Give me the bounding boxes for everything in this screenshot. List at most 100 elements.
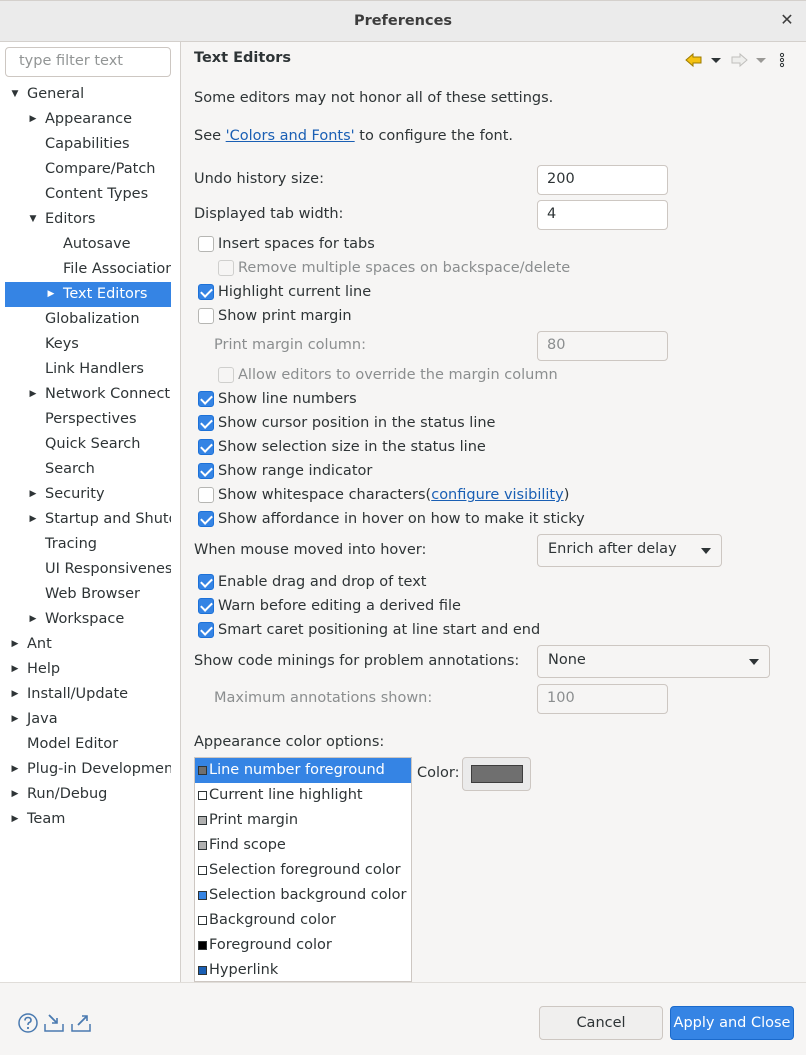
expanded-arrow-icon[interactable]: ▼ — [27, 207, 39, 232]
preferences-tree-panel: type filter text ▼ General ▶ Appearance … — [0, 42, 181, 982]
collapsed-arrow-icon[interactable]: ▶ — [27, 482, 39, 507]
help-icon[interactable] — [17, 1012, 39, 1034]
list-item[interactable]: Print margin — [195, 808, 411, 833]
tree-item-search[interactable]: Search — [5, 457, 171, 482]
insert-spaces-label: Insert spaces for tabs — [218, 236, 375, 252]
close-icon[interactable]: ✕ — [778, 11, 796, 29]
forward-arrow-icon[interactable] — [730, 52, 748, 72]
colors-and-fonts-link[interactable]: 'Colors and Fonts' — [226, 128, 355, 144]
list-item[interactable]: Hyperlink — [195, 958, 411, 981]
list-item[interactable]: Selection foreground color — [195, 858, 411, 883]
collapsed-arrow-icon[interactable]: ▶ — [45, 282, 57, 307]
collapsed-arrow-icon[interactable]: ▶ — [9, 657, 21, 682]
list-item[interactable]: Foreground color — [195, 933, 411, 958]
insert-spaces-checkbox[interactable] — [198, 236, 214, 252]
tree-item-network-connections[interactable]: ▶ Network Connections — [5, 382, 171, 407]
collapsed-arrow-icon[interactable]: ▶ — [9, 807, 21, 832]
tree-item-quick-search[interactable]: Quick Search — [5, 432, 171, 457]
smart-caret-checkbox[interactable] — [198, 622, 214, 638]
color-swatch — [198, 891, 207, 900]
view-menu-kebab-icon[interactable] — [778, 52, 786, 72]
max-annotations-input[interactable]: 100 — [537, 684, 668, 714]
forward-menu-chevron-down-icon[interactable] — [755, 52, 767, 72]
cancel-button[interactable]: Cancel — [539, 1006, 663, 1040]
show-selection-size-checkbox[interactable] — [198, 439, 214, 455]
collapsed-arrow-icon[interactable]: ▶ — [9, 757, 21, 782]
collapsed-arrow-icon[interactable]: ▶ — [9, 682, 21, 707]
collapsed-arrow-icon[interactable]: ▶ — [9, 782, 21, 807]
allow-override-margin-checkbox[interactable] — [218, 367, 234, 383]
show-cursor-position-checkbox[interactable] — [198, 415, 214, 431]
tree-item-startup-shutdown[interactable]: ▶ Startup and Shutdown — [5, 507, 171, 532]
show-print-margin-label: Show print margin — [218, 308, 352, 324]
tree-item-text-editors[interactable]: ▶ Text Editors — [5, 282, 171, 307]
collapsed-arrow-icon[interactable]: ▶ — [9, 707, 21, 732]
tab-width-input[interactable]: 4 — [537, 200, 668, 230]
collapsed-arrow-icon[interactable]: ▶ — [27, 382, 39, 407]
tree-item-link-handlers[interactable]: Link Handlers — [5, 357, 171, 382]
export-icon[interactable] — [70, 1012, 92, 1034]
back-menu-chevron-down-icon[interactable] — [710, 52, 722, 72]
highlight-current-line-checkbox[interactable] — [198, 284, 214, 300]
tree-item-perspectives[interactable]: Perspectives — [5, 407, 171, 432]
color-picker-button[interactable] — [462, 757, 531, 791]
list-item[interactable]: Find scope — [195, 833, 411, 858]
code-minings-select[interactable]: None — [537, 645, 770, 678]
tree-item-security[interactable]: ▶ Security — [5, 482, 171, 507]
tree-item-run-debug[interactable]: ▶ Run/Debug — [5, 782, 171, 807]
undo-history-label: Undo history size: — [194, 171, 324, 187]
show-range-indicator-label: Show range indicator — [218, 463, 373, 479]
collapsed-arrow-icon[interactable]: ▶ — [27, 607, 39, 632]
appearance-color-list[interactable]: Line number foreground Current line high… — [194, 757, 412, 982]
apply-and-close-button[interactable]: Apply and Close — [670, 1006, 794, 1040]
tree-item-globalization[interactable]: Globalization — [5, 307, 171, 332]
color-swatch — [198, 866, 207, 875]
show-line-numbers-checkbox[interactable] — [198, 391, 214, 407]
tree-item-web-browser[interactable]: Web Browser — [5, 582, 171, 607]
show-whitespace-checkbox[interactable] — [198, 487, 214, 503]
remove-multiple-spaces-checkbox[interactable] — [218, 260, 234, 276]
tree-item-help[interactable]: ▶ Help — [5, 657, 171, 682]
print-margin-column-input[interactable]: 80 — [537, 331, 668, 361]
tree-item-capabilities[interactable]: Capabilities — [5, 132, 171, 157]
tab-width-label: Displayed tab width: — [194, 206, 344, 222]
tree-item-team[interactable]: ▶ Team — [5, 807, 171, 832]
list-item[interactable]: Background color — [195, 908, 411, 933]
warn-derived-checkbox[interactable] — [198, 598, 214, 614]
tree-item-plugin-development[interactable]: ▶ Plug-in Development — [5, 757, 171, 782]
color-swatch — [198, 816, 207, 825]
settings-note: Some editors may not honor all of these … — [194, 90, 554, 106]
tree-item-autosave[interactable]: Autosave — [5, 232, 171, 257]
tree-item-model-editor[interactable]: Model Editor — [5, 732, 171, 757]
collapsed-arrow-icon[interactable]: ▶ — [27, 107, 39, 132]
tree-item-install-update[interactable]: ▶ Install/Update — [5, 682, 171, 707]
list-item[interactable]: Line number foreground — [195, 758, 411, 783]
hover-mode-select[interactable]: Enrich after delay — [537, 534, 722, 567]
show-affordance-checkbox[interactable] — [198, 511, 214, 527]
tree-item-general[interactable]: ▼ General — [5, 82, 171, 107]
tree-item-compare-patch[interactable]: Compare/Patch — [5, 157, 171, 182]
tree-item-tracing[interactable]: Tracing — [5, 532, 171, 557]
configure-visibility-link[interactable]: configure visibility — [431, 487, 563, 503]
show-print-margin-checkbox[interactable] — [198, 308, 214, 324]
filter-input[interactable]: type filter text — [5, 47, 171, 77]
tree-item-java[interactable]: ▶ Java — [5, 707, 171, 732]
list-item[interactable]: Current line highlight — [195, 783, 411, 808]
tree-item-file-associations[interactable]: File Associations — [5, 257, 171, 282]
list-item[interactable]: Selection background color — [195, 883, 411, 908]
tree-item-appearance[interactable]: ▶ Appearance — [5, 107, 171, 132]
collapsed-arrow-icon[interactable]: ▶ — [27, 507, 39, 532]
back-arrow-icon[interactable] — [685, 52, 703, 72]
show-range-indicator-checkbox[interactable] — [198, 463, 214, 479]
undo-history-input[interactable]: 200 — [537, 165, 668, 195]
expanded-arrow-icon[interactable]: ▼ — [9, 82, 21, 107]
tree-item-editors[interactable]: ▼ Editors — [5, 207, 171, 232]
import-icon[interactable] — [43, 1012, 65, 1034]
tree-item-ant[interactable]: ▶ Ant — [5, 632, 171, 657]
tree-item-content-types[interactable]: Content Types — [5, 182, 171, 207]
tree-item-workspace[interactable]: ▶ Workspace — [5, 607, 171, 632]
tree-item-ui-responsiveness[interactable]: UI Responsiveness Monitoring — [5, 557, 171, 582]
drag-drop-checkbox[interactable] — [198, 574, 214, 590]
tree-item-keys[interactable]: Keys — [5, 332, 171, 357]
collapsed-arrow-icon[interactable]: ▶ — [9, 632, 21, 657]
